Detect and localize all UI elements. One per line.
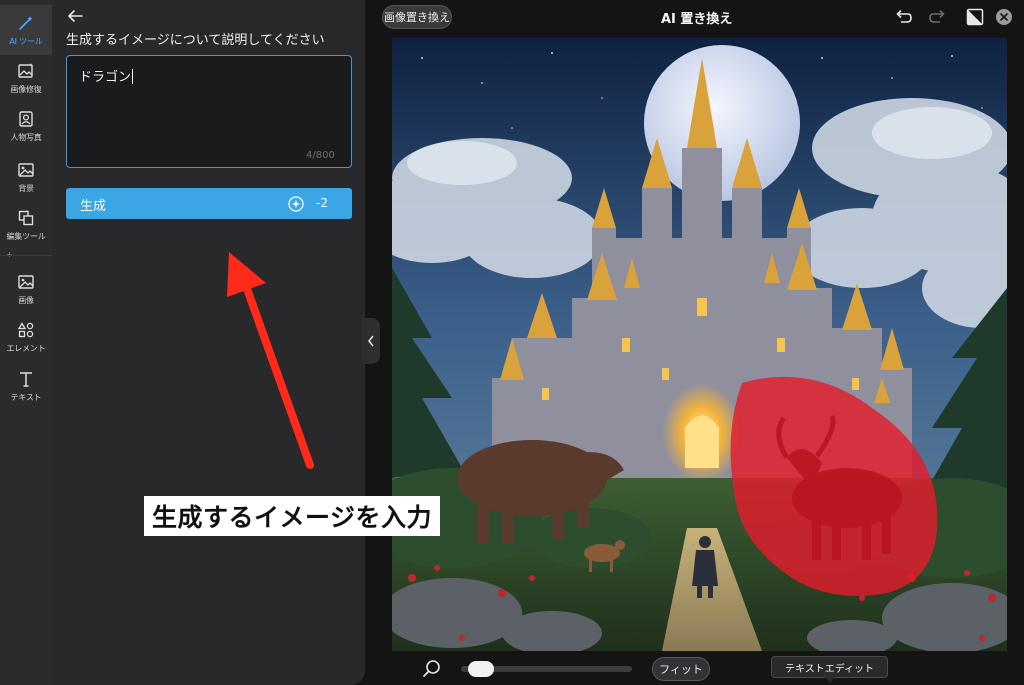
generate-button-label: 生成 <box>80 199 107 214</box>
text-caret <box>132 69 134 84</box>
chevron-left-icon <box>368 335 374 347</box>
compare-icon[interactable] <box>965 8 985 26</box>
magic-wand-icon <box>19 15 33 30</box>
rail-item-label: 画像修復 <box>10 84 42 94</box>
undo-icon[interactable] <box>893 8 913 26</box>
rail-item-label: 背景 <box>18 183 34 193</box>
rail-item-ai-tools[interactable]: AI ツール <box>0 5 52 55</box>
generate-button[interactable] <box>66 188 352 219</box>
prompt-value-text: ドラゴン <box>79 70 132 85</box>
rail-item-text[interactable]: テキスト <box>0 361 52 411</box>
layers-icon <box>18 210 34 225</box>
rail-item-image[interactable]: 画像 <box>0 264 52 314</box>
zoom-search-icon[interactable] <box>422 659 442 679</box>
text-editor-tooltip[interactable]: テキストエディット <box>771 656 888 678</box>
fit-button[interactable]: フィット <box>652 657 710 681</box>
text-icon <box>20 371 32 387</box>
rail-item-label: 画像 <box>18 295 34 305</box>
replace-image-button[interactable]: 画像置き換え <box>382 5 452 29</box>
credit-sparkle-icon <box>288 196 304 212</box>
tooltip-pointer <box>825 677 835 683</box>
rail-item-elements[interactable]: エレメント <box>0 312 52 362</box>
page-title: AI 置き換え <box>661 12 733 27</box>
image-sparkle-icon <box>18 62 33 78</box>
rail-item-image-repair[interactable]: 画像修復 <box>0 53 52 103</box>
fantasy-castle-illustration <box>392 38 1007 651</box>
rail-item-label: 編集ツール <box>6 231 46 241</box>
shapes-icon <box>17 321 34 337</box>
zoom-slider-thumb[interactable] <box>468 661 495 677</box>
image-icon <box>18 274 34 289</box>
background-image-icon <box>18 162 34 177</box>
left-tool-rail: AI ツール 画像修復 人物写真 背景 編集ツール + 画像 エレメント テキス… <box>0 0 52 685</box>
rail-item-label: AI ツール <box>9 36 43 46</box>
rail-item-label: エレメント <box>6 343 46 353</box>
credit-cost: -2 <box>316 196 328 210</box>
rail-divider <box>0 255 52 256</box>
rail-item-label: 人物写真 <box>10 132 42 142</box>
prompt-textarea-value[interactable]: ドラゴン <box>79 66 134 85</box>
close-icon[interactable] <box>994 8 1014 26</box>
rail-item-edit-tools[interactable]: 編集ツール <box>0 200 52 250</box>
rail-item-portrait[interactable]: 人物写真 <box>0 101 52 151</box>
rail-item-label: テキスト <box>10 392 42 402</box>
annotation-callout: 生成するイメージを入力 <box>144 496 441 536</box>
prompt-instruction-label: 生成するイメージについて説明してください <box>66 33 325 48</box>
back-arrow-icon[interactable] <box>66 8 84 24</box>
canvas-image[interactable] <box>392 38 1007 651</box>
portrait-icon <box>19 110 33 127</box>
character-counter: 4/800 <box>306 150 335 161</box>
rail-item-background[interactable]: 背景 <box>0 152 52 202</box>
redo-icon[interactable] <box>928 8 948 26</box>
collapse-panel-handle[interactable] <box>362 318 380 364</box>
